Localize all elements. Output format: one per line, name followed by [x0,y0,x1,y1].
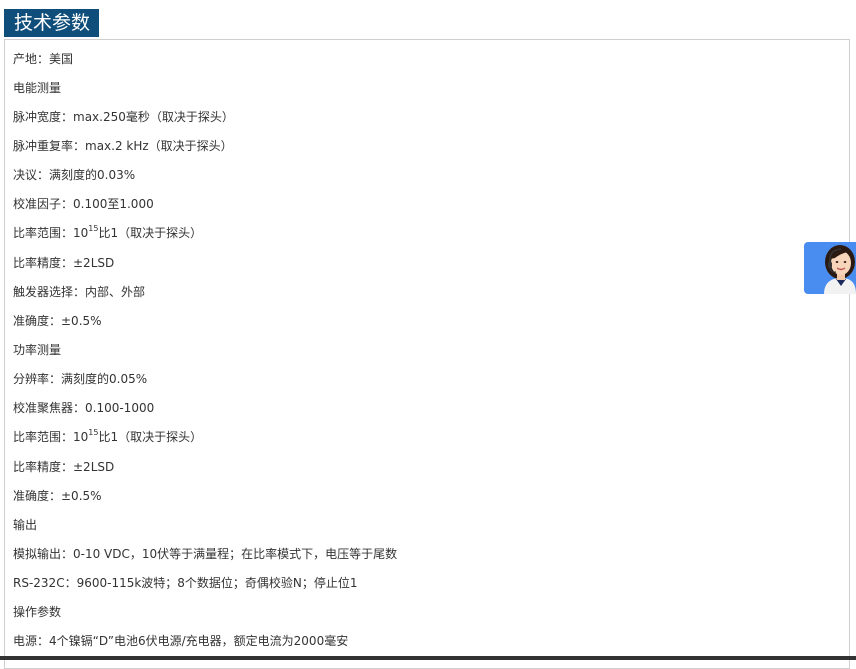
spec-power-supply: 电源：4个镍镉“D”电池6伏电源/充电器，额定电流为2000毫安 [13,634,349,648]
spec-power-ratio-accuracy: 比率精度：±2LSD [13,460,115,474]
spec-power-ratio-range-exponent: 15 [88,428,99,437]
spec-trigger: 触发器选择：内部、外部 [13,285,146,299]
customer-service-icon [824,245,856,294]
spec-heading-power: 功率测量 [13,343,62,357]
spec-analog-output: 模拟输出：0-10 VDC，10伏等于满量程；在比率模式下，电压等于尾数 [13,547,398,561]
spec-heading-output: 输出 [13,518,38,532]
spec-accuracy: 准确度：±0.5% [13,314,102,328]
bottom-bar [0,656,856,660]
spec-resolution: 决议：满刻度的0.03% [13,168,136,182]
spec-power-accuracy: 准确度：±0.5% [13,489,102,503]
section-title-tab: 技术参数 [4,9,100,37]
spec-power-resolution: 分辨率：满刻度的0.05% [13,372,148,386]
spec-pulse-rate: 脉冲重复率：max.2 kHz（取决于探头） [13,139,233,153]
spec-ratio-range-suffix: 比1（取决于探头） [98,226,203,240]
spec-pulse-width: 脉冲宽度：max.250毫秒（取决于探头） [13,110,234,124]
spec-ratio-accuracy: 比率精度：±2LSD [13,256,115,270]
spec-heading-energy: 电能测量 [13,81,62,95]
spec-calibration-factor: 校准因子：0.100至1.000 [13,197,154,211]
spec-origin: 产地：美国 [13,52,74,66]
spec-calibration-focus: 校准聚焦器：0.100-1000 [13,401,155,415]
spec-panel: 产地：美国 电能测量 脉冲宽度：max.250毫秒（取决于探头） 脉冲重复率：m… [4,39,850,669]
spec-power-ratio-range-suffix: 比1（取决于探头） [98,430,203,444]
spec-power-ratio-range-prefix: 比率范围：10 [13,430,89,444]
spec-ratio-range-prefix: 比率范围：10 [13,226,89,240]
spec-rs232: RS-232C：9600-115k波特；8个数据位；奇偶校验N；停止位1 [13,576,358,590]
spec-ratio-range-exponent: 15 [88,224,99,233]
spec-heading-operation: 操作参数 [13,605,62,619]
spec-ratio-range: 比率范围：1015比1（取决于探头） [13,224,203,241]
spec-power-ratio-range: 比率范围：1015比1（取决于探头） [13,428,203,445]
customer-service-button[interactable] [804,242,856,294]
